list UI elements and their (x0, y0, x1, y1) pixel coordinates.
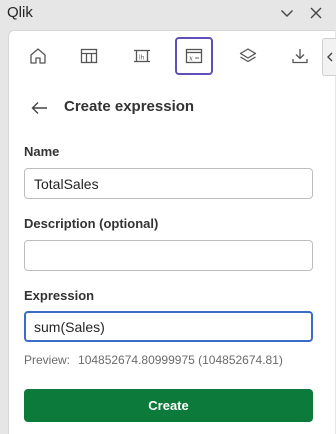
title-bar: Qlik (0, 0, 336, 28)
close-icon[interactable] (305, 2, 327, 24)
description-label: Description (optional) (24, 216, 159, 231)
arrow-left-icon[interactable] (29, 97, 51, 119)
page-title: Create expression (64, 98, 195, 115)
description-field[interactable] (24, 240, 313, 271)
expression-field[interactable] (24, 311, 313, 342)
preview-label: Preview: (24, 353, 71, 367)
expression-label: Expression (24, 288, 95, 303)
name-field[interactable] (24, 168, 313, 199)
panel-header: Create expression (9, 87, 336, 127)
preview-text: Preview: 104852674.80999975 (104852674.81… (24, 353, 283, 367)
home-icon[interactable] (19, 37, 57, 75)
toolbar: lh x = (9, 31, 336, 85)
app-title: Qlik (7, 4, 33, 21)
chevron-down-icon[interactable] (276, 2, 298, 24)
preview-value: 104852674.80999975 (104852674.81) (78, 353, 283, 367)
create-button[interactable]: Create (24, 389, 313, 422)
svg-text:x: x (189, 55, 193, 63)
svg-text:=: = (195, 55, 200, 62)
layers-icon[interactable] (229, 37, 267, 75)
name-label: Name (24, 144, 60, 159)
expression-icon[interactable]: x = (175, 37, 213, 75)
dimension-icon[interactable]: lh (123, 37, 161, 75)
side-panel: lh x = Create expression Name TotalSales… (8, 30, 336, 434)
download-icon[interactable] (281, 37, 319, 75)
table-icon[interactable] (70, 37, 108, 75)
chevron-left-icon[interactable] (322, 38, 336, 76)
svg-text:lh: lh (139, 55, 145, 62)
